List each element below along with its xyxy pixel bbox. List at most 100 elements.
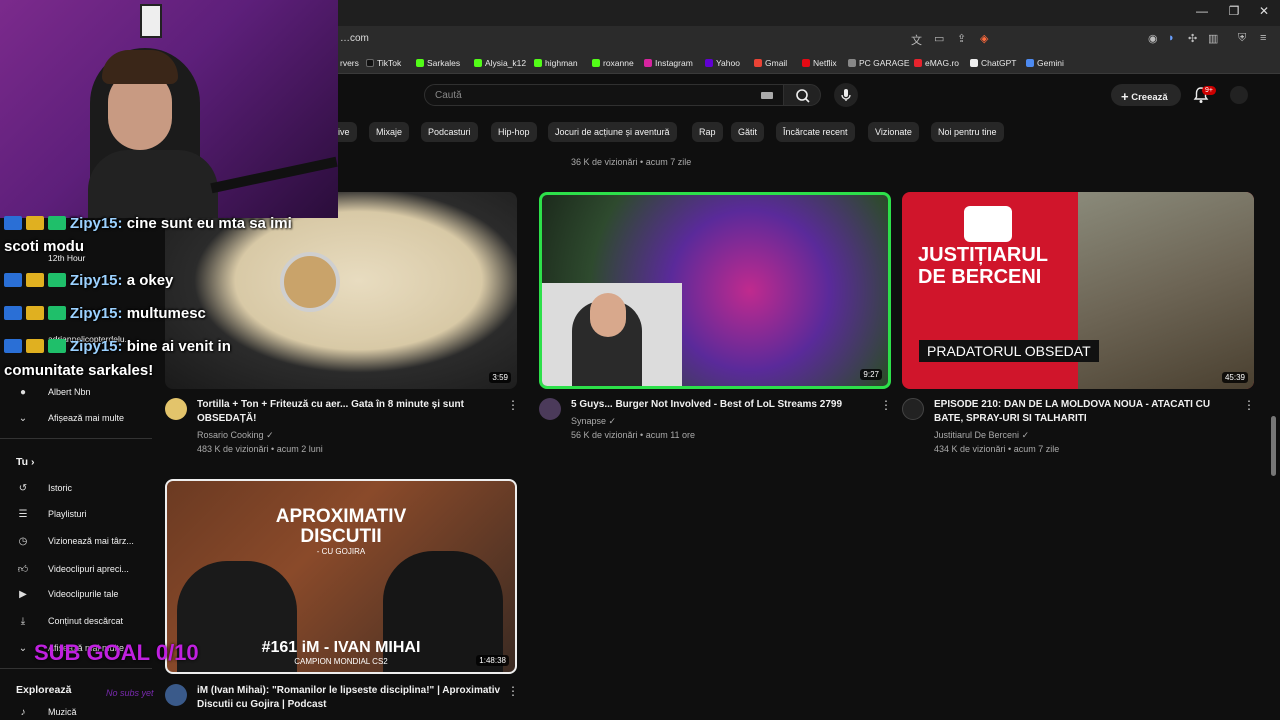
badge-icon bbox=[48, 216, 66, 230]
puzzle-icon[interactable]: ✣ bbox=[1188, 32, 1197, 45]
chat-message: scoti modu bbox=[4, 238, 85, 255]
bookmark[interactable]: Netflix bbox=[802, 58, 837, 68]
microphone-icon bbox=[841, 89, 851, 101]
sidebar-item-music[interactable]: ♪ Muzică bbox=[16, 707, 77, 718]
extension-icon[interactable]: ◉ bbox=[1148, 32, 1158, 45]
chat-message: Zipy15: bine ai venit in bbox=[4, 338, 231, 355]
bookmark[interactable]: TikTok bbox=[366, 58, 401, 68]
video-duration: 45:39 bbox=[1221, 372, 1248, 383]
sidebar-item-liked[interactable]: 👍︎ Videoclipuri apreci... bbox=[16, 563, 129, 575]
minimize-icon[interactable]: — bbox=[1192, 4, 1212, 18]
bookmark[interactable]: eMAG.ro bbox=[914, 58, 959, 68]
bookmark[interactable]: Gemini bbox=[1026, 58, 1064, 68]
more-options-icon[interactable]: ⋮ bbox=[507, 684, 519, 698]
brave-shield-icon[interactable]: ◈ bbox=[980, 32, 988, 45]
you-section-heading[interactable]: Tu › bbox=[16, 456, 34, 468]
video-thumbnail[interactable]: JUSTIȚIARUL DE BERCENI PRADATORUL OBSEDAT… bbox=[902, 192, 1254, 389]
bookmark[interactable]: Sarkales bbox=[416, 58, 460, 68]
scrollbar-thumb[interactable] bbox=[1271, 416, 1276, 476]
bookmark[interactable]: roxanne bbox=[592, 58, 634, 68]
sidebar-toggle-icon[interactable]: ▥ bbox=[1208, 32, 1218, 45]
bookmark[interactable]: Gmail bbox=[754, 58, 787, 68]
bookmark[interactable]: Alysia_k12 bbox=[474, 58, 526, 68]
bookmark[interactable]: ChatGPT bbox=[970, 58, 1016, 68]
translate-icon[interactable]: 文 bbox=[911, 32, 922, 48]
chip[interactable]: Gătit bbox=[731, 122, 765, 142]
vpn-icon[interactable]: ⛨ bbox=[1238, 32, 1246, 45]
screen: — ❐ ✕ …com 文 ▭ ⇪ ◈ ◉ ◗ ✣ ▥ ⛨ ≡ rvers Tik… bbox=[0, 0, 1280, 720]
streamer-body bbox=[88, 150, 218, 218]
video-title[interactable]: iM (Ivan Mihai): "Romanilor le lipseste … bbox=[197, 684, 503, 712]
channel-avatar[interactable] bbox=[165, 398, 187, 420]
channel-name[interactable]: Justitiarul De Berceni ✓ bbox=[934, 430, 1029, 441]
search-icon bbox=[796, 89, 810, 103]
url-text[interactable]: …com bbox=[340, 33, 369, 44]
video-title[interactable]: EPISODE 210: DAN DE LA MOLDOVA NOUA - AT… bbox=[934, 398, 1234, 426]
share-icon[interactable]: ⇪ bbox=[957, 32, 966, 45]
chip[interactable]: Vizionate bbox=[868, 122, 919, 142]
restore-icon[interactable]: ❐ bbox=[1224, 4, 1244, 18]
bookmark[interactable]: highman bbox=[534, 58, 578, 68]
chat-message: Zipy15: multumesc bbox=[4, 305, 206, 322]
channel-avatar[interactable] bbox=[165, 684, 187, 706]
cast-icon[interactable]: ▭ bbox=[934, 32, 944, 45]
video-meta: 36 K de vizionări • acum 7 zile bbox=[571, 157, 692, 167]
bookmark[interactable]: rvers bbox=[340, 58, 359, 68]
clock-icon: ◷ bbox=[18, 536, 28, 547]
history-icon: ↺ bbox=[18, 483, 28, 494]
verified-icon: ✓ bbox=[608, 416, 617, 426]
badge-icon bbox=[48, 273, 66, 287]
thumbnail-caption: PRADATORUL OBSEDAT bbox=[919, 340, 1099, 362]
search-placeholder: Caută bbox=[435, 90, 462, 101]
sidebar-item-your-videos[interactable]: ▶ Videoclipurile tale bbox=[16, 589, 118, 600]
chip[interactable]: Noi pentru tine bbox=[931, 122, 1004, 142]
bookmark[interactable]: PC GARAGE bbox=[848, 58, 910, 68]
video-title[interactable]: Tortilla + Ton + Friteuză cu aer... Gata… bbox=[197, 398, 497, 426]
sidebar-item-playlists[interactable]: ☰ Playlisturi bbox=[16, 509, 87, 520]
more-options-icon[interactable]: ⋮ bbox=[507, 398, 519, 412]
subscription-item[interactable]: ● Albert Nbn bbox=[16, 387, 91, 398]
account-avatar[interactable] bbox=[1230, 86, 1248, 104]
search-input[interactable]: Caută bbox=[424, 84, 784, 106]
sub-goal-label: SUB GOAL 0/10 bbox=[34, 640, 199, 665]
sidebar-item-watch-later[interactable]: ◷ Vizionează mai târz... bbox=[16, 536, 134, 547]
chip[interactable]: Podcasturi bbox=[421, 122, 478, 142]
video-thumbnail[interactable]: 9:27 bbox=[539, 192, 891, 389]
streamer-webcam-image bbox=[542, 283, 682, 386]
channel-name[interactable]: Rosario Cooking ✓ bbox=[197, 430, 274, 441]
chip[interactable]: Mixaje bbox=[369, 122, 410, 142]
chat-message: comunitate sarkales! bbox=[4, 362, 154, 379]
plus-icon: + bbox=[1121, 89, 1129, 104]
tuna-can-image bbox=[280, 252, 340, 312]
keyboard-icon[interactable] bbox=[761, 92, 773, 99]
chip[interactable]: Rap bbox=[692, 122, 723, 142]
bookmark[interactable]: Instagram bbox=[644, 58, 693, 68]
voice-search-button[interactable] bbox=[834, 83, 858, 107]
channel-name[interactable]: Synapse ✓ bbox=[571, 416, 616, 427]
show-more-subscriptions[interactable]: ⌄ Afișează mai multe bbox=[16, 413, 124, 424]
divider bbox=[0, 438, 152, 439]
streamer-hair bbox=[102, 50, 178, 84]
extension-icon[interactable]: ◗ bbox=[1168, 32, 1175, 44]
channel-avatar[interactable] bbox=[539, 398, 561, 420]
close-icon[interactable]: ✕ bbox=[1254, 4, 1274, 18]
sidebar-item-history[interactable]: ↺ Istoric bbox=[16, 483, 72, 494]
chip[interactable]: Hip-hop bbox=[491, 122, 537, 142]
create-button[interactable]: + Creează bbox=[1111, 84, 1181, 106]
search-button[interactable] bbox=[783, 84, 821, 106]
crown-icon bbox=[26, 216, 44, 230]
chevron-right-icon: › bbox=[30, 456, 35, 468]
channel-avatar[interactable] bbox=[902, 398, 924, 420]
bookmark[interactable]: Yahoo bbox=[705, 58, 740, 68]
video-thumbnail[interactable]: APROXIMATIV DISCUTII - CU GOJIRA #161 iM … bbox=[165, 479, 517, 674]
more-options-icon[interactable]: ⋮ bbox=[880, 398, 892, 412]
chip[interactable]: Jocuri de acțiune și aventură bbox=[548, 122, 677, 142]
menu-icon[interactable]: ≡ bbox=[1260, 32, 1266, 44]
chip[interactable]: Încărcate recent bbox=[776, 122, 855, 142]
more-options-icon[interactable]: ⋮ bbox=[1243, 398, 1255, 412]
sidebar-item-downloads[interactable]: ⤓ Conținut descărcat bbox=[16, 616, 123, 627]
video-title[interactable]: 5 Guys... Burger Not Involved - Best of … bbox=[571, 398, 871, 412]
chevron-down-icon: ⌄ bbox=[18, 413, 28, 424]
video-meta: 434 K de vizionări • acum 7 zile bbox=[934, 444, 1060, 454]
badge-icon bbox=[4, 306, 22, 320]
